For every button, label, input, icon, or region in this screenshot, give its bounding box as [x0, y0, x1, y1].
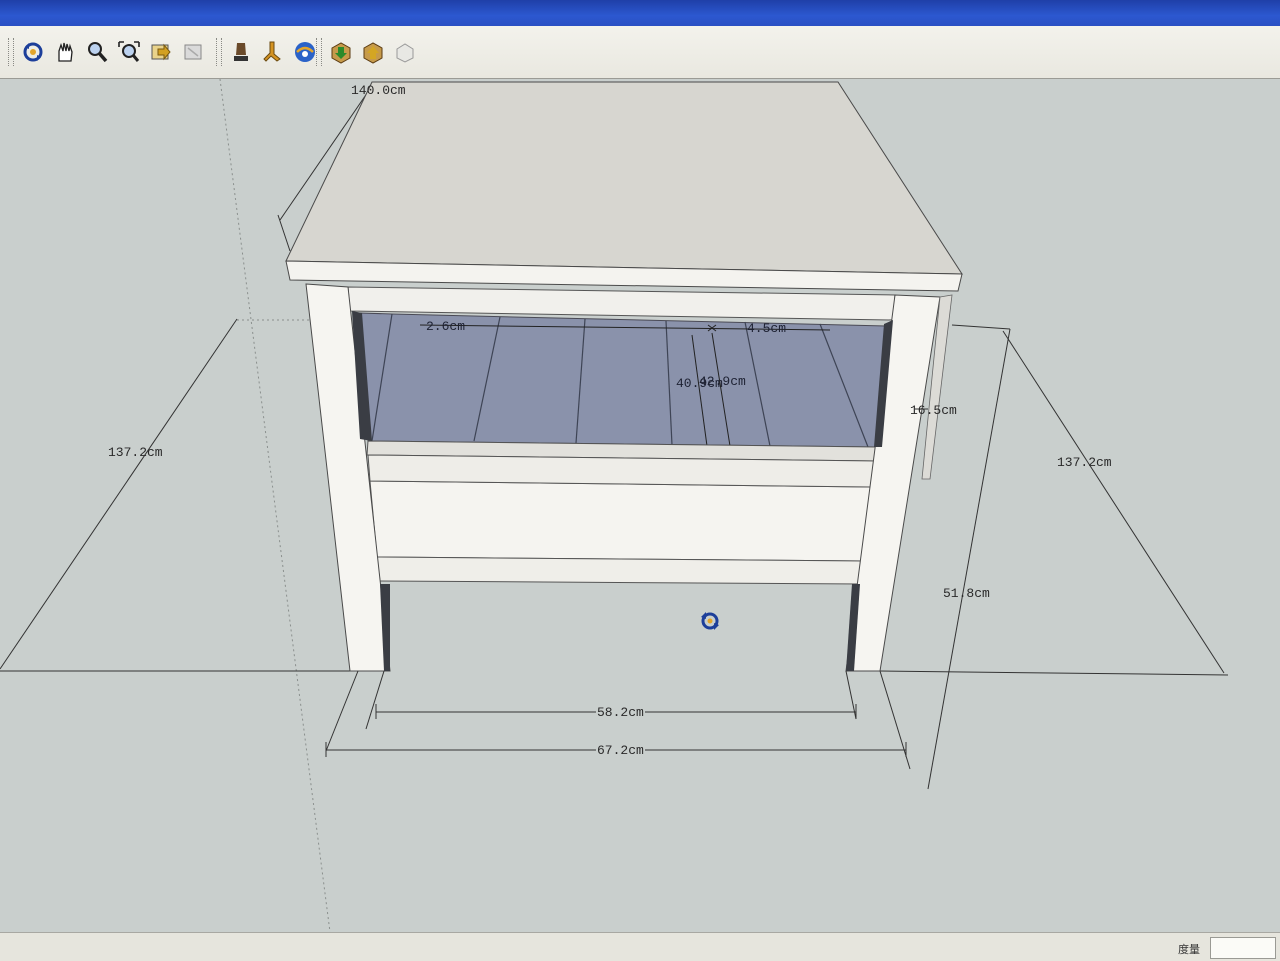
orbit-cursor-icon: [701, 612, 719, 630]
pan-icon[interactable]: [50, 37, 80, 67]
toolbar-grip[interactable]: [216, 38, 222, 66]
measurements-label: 度量: [1178, 944, 1200, 956]
dimension-label-side-height: 16.5cm: [910, 403, 957, 418]
walk-icon[interactable]: [258, 37, 288, 67]
dimension-label-diagonal-left: 137.2cm: [108, 445, 163, 460]
table-top-surface: [285, 81, 963, 275]
zoom-icon[interactable]: [82, 37, 112, 67]
dimension-line-left: [0, 318, 238, 670]
dimension-label-inner-depth-overlap: 42.9cm: [699, 374, 746, 389]
share-component-icon[interactable]: [390, 37, 420, 67]
toolbar: [0, 26, 1280, 79]
height-dimension-lines: [915, 324, 1011, 790]
dimension-label-shelf-offset: 4.5cm: [747, 321, 787, 336]
toolbar-grip[interactable]: [316, 38, 322, 66]
drawer-front[interactable]: [369, 480, 872, 562]
drawer-top-rail: [367, 454, 878, 488]
walkthrough-toolbar: [212, 34, 322, 70]
furniture-model: [0, 79, 1229, 932]
dimension-label-diagonal-right: 137.2cm: [1057, 455, 1112, 470]
status-bar: 度量: [0, 932, 1280, 961]
next-view-icon[interactable]: [178, 37, 208, 67]
warehouse-toolbar: [312, 34, 422, 70]
bottom-rail: [376, 556, 865, 585]
modeling-viewport[interactable]: 140.0cm 137.2cm 137.2cm 2.6cm 4.5cm 40.9…: [0, 79, 1280, 932]
previous-view-icon[interactable]: [146, 37, 176, 67]
dimension-label-total-height: 51.8cm: [943, 586, 990, 601]
measurements-input[interactable]: [1210, 937, 1276, 959]
floor-line-right: [879, 670, 1229, 676]
dimension-line-right: [1002, 330, 1225, 674]
dimension-label-shelf-thickness: 2.6cm: [426, 319, 466, 334]
orbit-icon[interactable]: [18, 37, 48, 67]
toolbar-grip[interactable]: [8, 38, 14, 66]
window-title-bar: [0, 0, 1280, 26]
extension-line: [277, 214, 291, 252]
share-model-icon[interactable]: [358, 37, 388, 67]
position-camera-icon[interactable]: [226, 37, 256, 67]
dimension-label-inner-width: 58.2cm: [596, 705, 645, 720]
dimension-label-outer-width: 67.2cm: [596, 743, 645, 758]
get-models-icon[interactable]: [326, 37, 356, 67]
zoom-extents-icon[interactable]: [114, 37, 144, 67]
camera-toolbar: [4, 34, 210, 70]
dimension-label-top-depth: 140.0cm: [351, 83, 406, 98]
